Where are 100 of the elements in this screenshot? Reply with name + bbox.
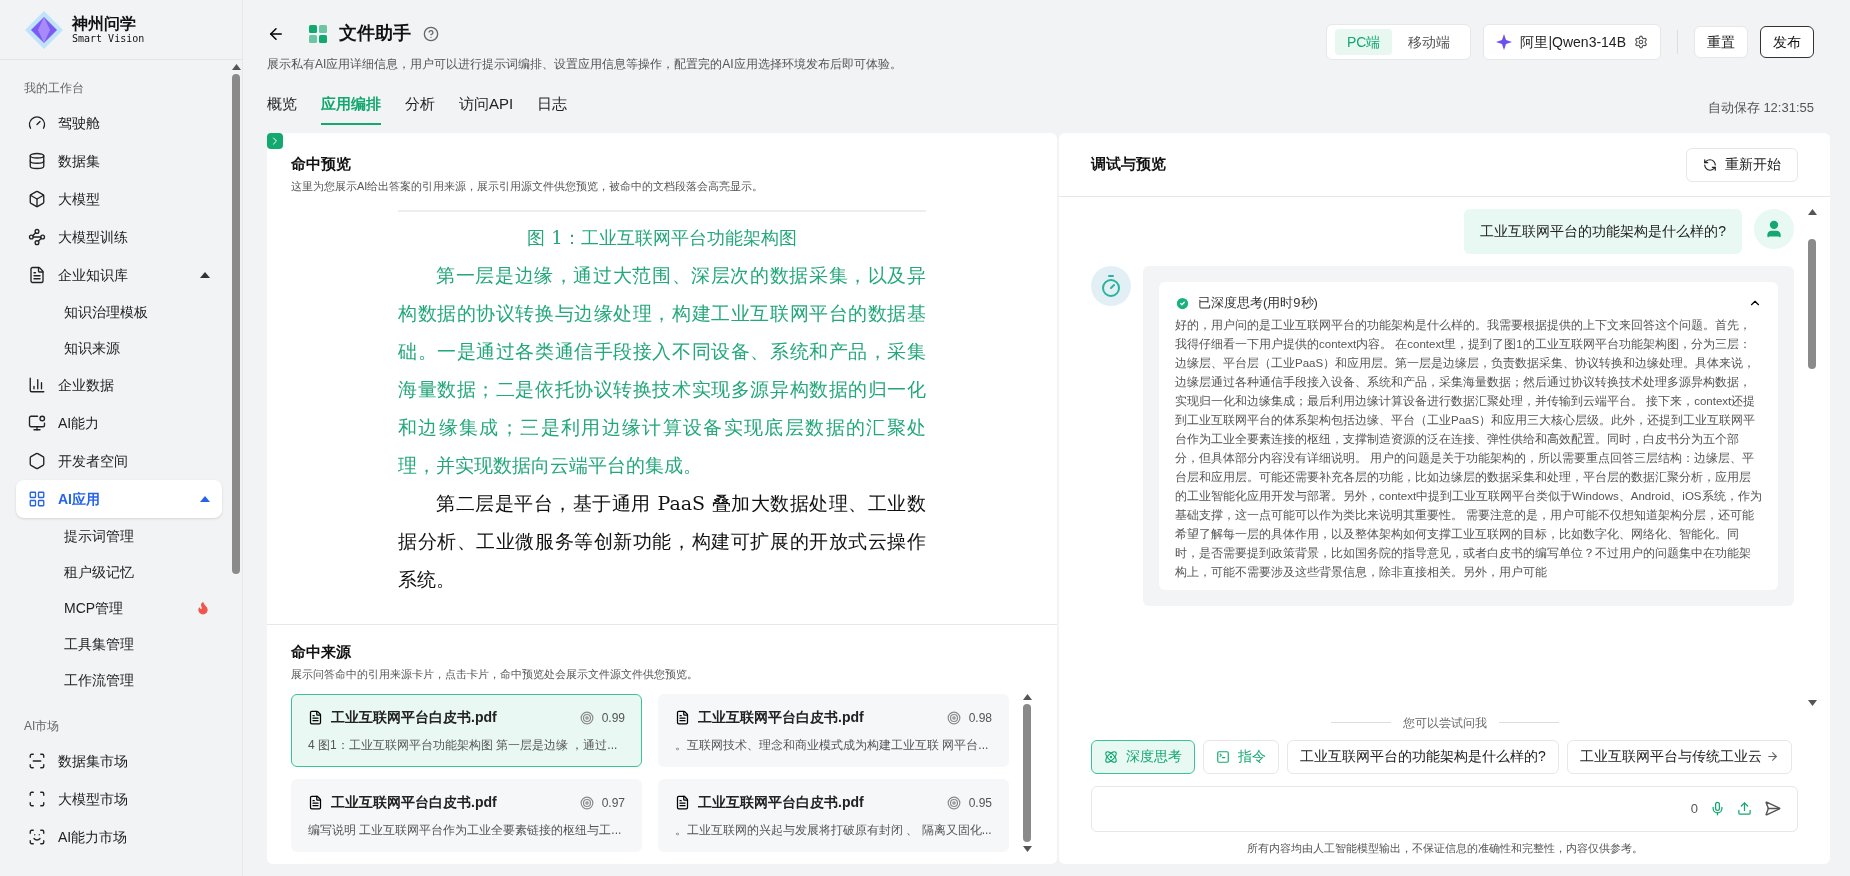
document-icon (28, 266, 46, 284)
page-title: 文件助手 (339, 22, 411, 45)
document-paragraph: 第二层是平台，基于通用 PaaS 叠加大数据处理、工业数据分析、工业微服务等创新功能，构建可扩展的开放式云操作系统。 (398, 491, 926, 592)
user-message: 工业互联网平台的功能架构是什么样的? (1464, 209, 1742, 254)
figure-caption: 图 1：工业互联网平台功能架构图 (526, 226, 798, 250)
source-card[interactable]: 工业互联网平台白皮书.pdf 0.95 。工业互联网的兴起与发展将打破原有封闭 、 隔离又固化... (658, 779, 1009, 852)
nav-item[interactable]: 企业知识库 (16, 256, 222, 294)
terminal-icon (1216, 749, 1230, 764)
expand-toggle[interactable] (267, 133, 283, 149)
file-icon (308, 710, 323, 725)
source-snippet: 。互联网技术、理念和商业模式成为构建工业互联 网平台... (675, 737, 990, 754)
nav-item[interactable]: AI能力 (16, 404, 222, 442)
page-description: 展示私有AI应用详细信息，用户可以进行提示词编排、设置应用信息等操作，配置完的AI应用选择环境发布后即可体验。 (267, 56, 903, 73)
cube-icon (28, 190, 46, 208)
suggestion-chip[interactable]: 工业互联网平台的功能架构是什么样的? (1287, 739, 1559, 774)
check-icon (1175, 295, 1190, 311)
tab[interactable]: 分析 (405, 92, 435, 125)
platform-option[interactable]: 移动端 (1396, 29, 1463, 55)
nav-subitem[interactable]: 工作流管理 (16, 662, 222, 698)
thinking-status: 已深度思考(用时9秒) (1198, 294, 1319, 313)
nav-item[interactable]: AI应用 (16, 480, 222, 518)
match-score: 0.97 (601, 794, 625, 812)
section-description: 展示问答命中的引用来源卡片，点击卡片，命中预览处会展示文件源文件供您预览。 (291, 666, 699, 682)
nav-item[interactable]: 驾驶舱 (16, 104, 222, 142)
nav-subitem[interactable]: 工具集管理 (16, 626, 222, 662)
thinking-text: 好的，用户问的是工业互联网平台的功能架构是什么样的。我需要根据提供的上下文来回答这个问题。首先，我得仔细看一下用户提供的context内容。 在context里，提到了图1的工业互联网平台功能架构图，分为三层：边缘层、平台层（工业PaaS）和应用层。第一层是边缘层，负责数据采集、协议转换和边缘处理。具体来说，边缘层通过各种通信手段接入设备、系统和产品，采集海量数据；然后通过协议转换技术处理多源异构数据，实现归一化和边缘集成；最后利用边缘计算设备进行数据汇聚处理，并传输到云端平台。 接下来，context还提到工业互联网平台的体系架构包括边缘、平台（工业PaaS）和应用三大核心层级。此外，还提到工业互联网平台作为工业全要素连接的枢纽，支撑制造资源的泛在连接、弹性供给和高效配置。同时，白皮书分为五个部分，但具体部分内容没有详细说明。 用户的问题是关于功能架构的，所以需要重点回答三层结构：边缘层、平台层和应用层。可能还需要补充各层的功能，比如边缘层的数据采集和处理，平台层的数据汇聚分析，应用层的工业智能化应用开发与部署。另外，context中提到工业互联网平台类似于Windows、Android、iOS系统，作为基础支撑，这一点可能可以作为类比来说明其重要性。 需要注意的是，用户可能不仅想知道架构分层，还可能希望了解每一层的具体作用，以及整体架构如何支撑工业互联网的目标，比如数字化、网络化、智能化。同时，是否需要提到政策背景，比如国务院的指导意见，或者白皮书的编写单位？不过用户的问题集中在功能架构上，可能不需要涉及这些背景信息，除非直接相关。另外，用户可能 (1175, 318, 1762, 580)
section-label: AI市场 (23, 718, 61, 735)
microphone-icon[interactable] (1710, 801, 1725, 816)
scroll-up-arrow-icon[interactable] (1807, 209, 1817, 215)
reset-button[interactable]: 重置 (1694, 26, 1748, 58)
scroll-up-arrow-icon[interactable] (231, 64, 241, 70)
file-name: 工业互联网平台白皮书.pdf (698, 793, 865, 812)
target-icon (946, 795, 961, 810)
nav-item[interactable]: 大模型训练 (16, 218, 222, 256)
upload-icon[interactable] (1737, 801, 1752, 816)
tab[interactable]: 概览 (267, 92, 297, 125)
nav-item[interactable]: 开发者空间 (16, 442, 222, 480)
message-input[interactable]: 0 (1091, 785, 1798, 832)
gauge-icon (28, 114, 46, 132)
atom-icon (1104, 749, 1118, 764)
nav-subitem[interactable]: MCP管理 (16, 590, 222, 626)
scroll-thumb[interactable] (1023, 704, 1031, 842)
nav-subitem[interactable]: 租户级记忆 (16, 554, 222, 590)
publish-button[interactable]: 发布 (1760, 26, 1814, 58)
scroll-down-arrow-icon[interactable] (1022, 846, 1032, 852)
scan-frame-icon (28, 752, 46, 770)
app-grid-icon (309, 24, 327, 43)
suggest-label: 您可以尝试问我 (1402, 714, 1487, 732)
scroll-up-arrow-icon[interactable] (1022, 694, 1032, 700)
nav-item[interactable]: 大模型市场 (16, 780, 222, 818)
help-icon[interactable] (423, 25, 439, 42)
nav-item[interactable]: 企业数据 (16, 366, 222, 404)
source-card[interactable]: 工业互联网平台白皮书.pdf 0.97 编写说明 工业互联网平台作为工业全要素链接的枢纽与工... (291, 779, 642, 852)
nav-subitem[interactable]: 知识治理模板 (16, 294, 222, 330)
arrow-right-icon[interactable] (1765, 750, 1779, 763)
target-icon (579, 795, 594, 810)
monitor-icon (28, 414, 46, 432)
brand-tagline: Smart Vision (72, 33, 145, 44)
refresh-icon (1703, 157, 1717, 172)
match-score: 0.95 (968, 794, 992, 812)
tab[interactable]: 访问API (459, 92, 514, 125)
nav-subitem[interactable]: 提示词管理 (16, 518, 222, 554)
target-icon (946, 710, 961, 725)
scroll-thumb[interactable] (1808, 239, 1816, 369)
person-icon (1764, 219, 1784, 239)
file-icon (675, 795, 690, 810)
suggestion-chip[interactable]: 工业互联网平台与传统工业云 (1566, 739, 1792, 774)
nav-item[interactable]: AI能力市场 (16, 818, 222, 856)
tab[interactable]: 日志 (537, 92, 568, 125)
scroll-down-arrow-icon[interactable] (1807, 699, 1817, 706)
file-name: 工业互联网平台白皮书.pdf (331, 708, 498, 727)
source-snippet: 4 图1：工业互联网平台功能架构图 第一层是边缘 ，通过... (308, 737, 619, 754)
source-card[interactable]: 工业互联网平台白皮书.pdf 0.99 4 图1：工业互联网平台功能架构图 第一层是边缘 ，通过... (291, 694, 642, 767)
document-paragraph: 第一层是边缘，通过大范围、深层次的数据采集，以及异构数据的协议转换与边缘处理，构建工业互联网平台的数据基础。一是通过各类通信手段接入不同设备、系统和产品，采集海量数据；二是依托协议转换技术实现多源异构数据的归一化和边缘集成；三是利用边缘计算设备实现底层数据的汇聚处理，并实现数据向云端平台的集成。 (398, 263, 926, 478)
section-description: 这里为您展示AI给出答案的引用来源，展示引用源文件供您预览，被命中的文档段落会高亮显示。 (291, 178, 765, 194)
database-icon (28, 152, 46, 170)
nav-item[interactable]: 数据集市场 (16, 742, 222, 780)
scroll-thumb[interactable] (232, 74, 240, 574)
source-card[interactable]: 工业互联网平台白皮书.pdf 0.98 。互联网技术、理念和商业模式成为构建工业互联 网平台... (658, 694, 1009, 767)
match-score: 0.99 (601, 709, 625, 727)
char-counter: 0 (1690, 799, 1698, 818)
hexagon-icon (28, 452, 46, 470)
nav-subitem[interactable]: 知识来源 (16, 330, 222, 366)
panel-title: 调试与预览 (1091, 154, 1166, 175)
autosave-status: 自动保存 12:31:55 (1707, 98, 1814, 117)
model-selector[interactable]: 阿里|Qwen3-14B (1483, 24, 1661, 60)
restart-button[interactable]: 重新开始 (1686, 147, 1798, 182)
scrollbar[interactable] (1021, 694, 1033, 852)
section-title: 命中来源 (291, 642, 352, 662)
send-icon[interactable] (1764, 800, 1781, 817)
source-snippet: 编写说明 工业互联网平台作为工业全要素链接的枢纽与工... (308, 822, 623, 839)
target-icon (579, 710, 594, 725)
nav-item[interactable]: 数据集 (16, 142, 222, 180)
logo-icon (24, 9, 64, 50)
file-name: 工业互联网平台白皮书.pdf (698, 708, 865, 727)
file-icon (308, 795, 323, 810)
match-score: 0.98 (968, 709, 992, 727)
nav-item[interactable]: 大模型 (16, 180, 222, 218)
source-snippet: 。工业互联网的兴起与发展将打破原有封闭 、 隔离又固化... (675, 822, 992, 839)
scrollbar[interactable] (1806, 209, 1818, 706)
